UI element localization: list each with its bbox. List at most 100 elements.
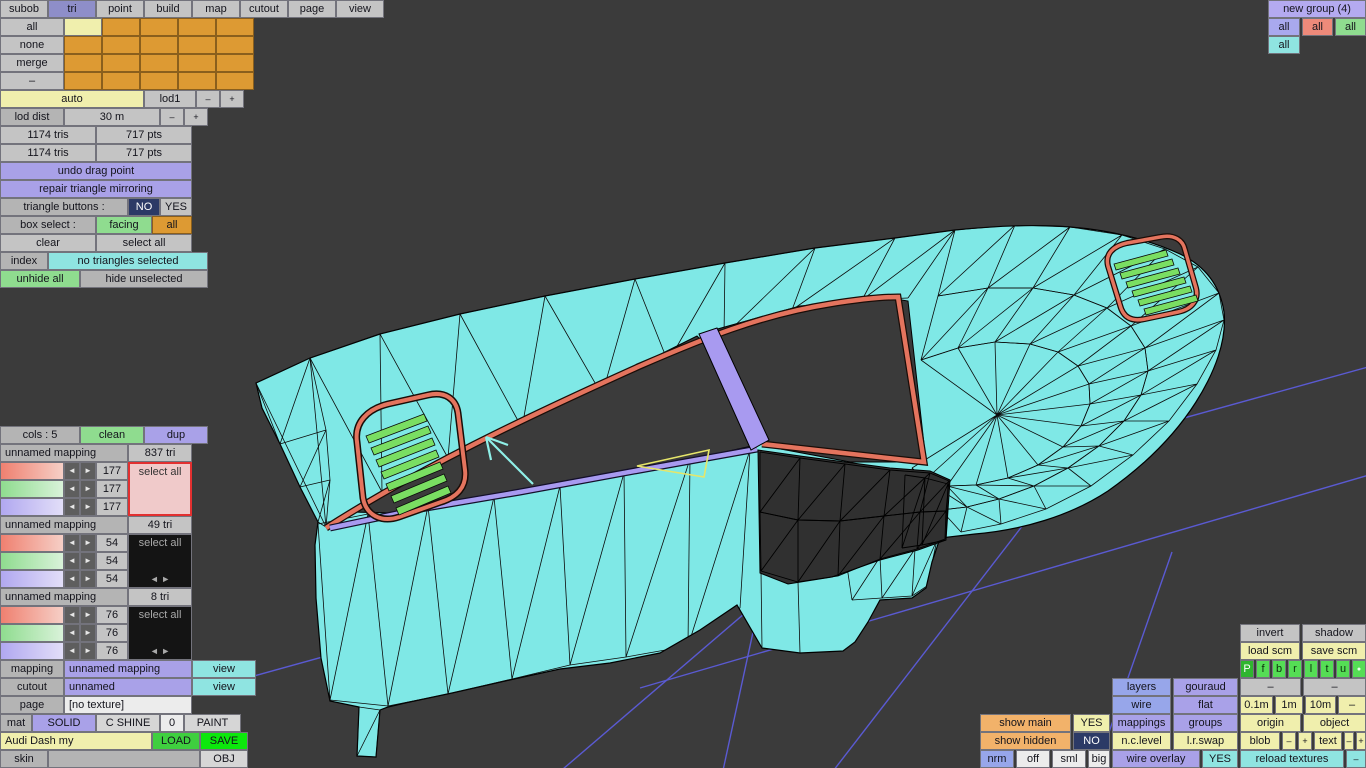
lod-minus-button[interactable]: – <box>196 90 220 108</box>
triangle-buttons-no[interactable]: NO <box>128 198 160 216</box>
object-button[interactable]: object <box>1303 714 1366 732</box>
texture-grid-cell[interactable] <box>102 54 140 72</box>
blob-button[interactable]: blob <box>1240 732 1280 750</box>
texture-grid-cell[interactable] <box>216 36 254 54</box>
box-select-facing[interactable]: facing <box>96 216 152 234</box>
color-swatch[interactable] <box>0 606 64 624</box>
color-swatch[interactable] <box>0 480 64 498</box>
group-select-all-button[interactable]: select all ◄ ► <box>128 606 192 660</box>
menu-tab-point[interactable]: point <box>96 0 144 18</box>
texture-grid-cell[interactable] <box>102 36 140 54</box>
texture-grid-cell[interactable] <box>64 54 102 72</box>
swatch-right-arrow[interactable]: ► <box>80 570 96 588</box>
color-swatch[interactable] <box>0 534 64 552</box>
texture-grid-cell[interactable] <box>216 54 254 72</box>
axis-toggle-f[interactable]: f <box>1256 660 1270 678</box>
blob-plus-button[interactable]: + <box>1298 732 1312 750</box>
texture-grid-cell[interactable] <box>140 18 178 36</box>
swatch-right-arrow[interactable]: ► <box>80 462 96 480</box>
groups-button[interactable]: groups <box>1173 714 1238 732</box>
file-name-field[interactable]: Audi Dash my <box>0 732 152 750</box>
group-select-all-button[interactable]: select all <box>128 462 192 516</box>
reload-textures-button[interactable]: reload textures <box>1240 750 1344 768</box>
group-all-blue-button[interactable]: all <box>1268 18 1300 36</box>
obj-button[interactable]: OBJ <box>200 750 248 768</box>
color-swatch[interactable] <box>0 624 64 642</box>
triangle-buttons-yes[interactable]: YES <box>160 198 192 216</box>
menu-tab-view[interactable]: view <box>336 0 384 18</box>
select-all-button[interactable]: select all <box>96 234 192 252</box>
swatch-right-arrow[interactable]: ► <box>80 642 96 660</box>
swatch-left-arrow[interactable]: ◄ <box>64 570 80 588</box>
layers-dash-button[interactable]: – <box>1240 678 1301 696</box>
lod-dist-minus-button[interactable]: – <box>160 108 184 126</box>
page-texture-button[interactable]: [no texture] <box>64 696 192 714</box>
swatch-right-arrow[interactable]: ► <box>80 624 96 642</box>
swatch-right-arrow[interactable]: ► <box>80 606 96 624</box>
load-scm-button[interactable]: load scm <box>1240 642 1300 660</box>
swatch-right-arrow[interactable]: ► <box>80 534 96 552</box>
lod-plus-button[interactable]: + <box>220 90 244 108</box>
layers-dash-button-2[interactable]: – <box>1303 678 1366 696</box>
grid-10m-button[interactable]: 10m <box>1305 696 1336 714</box>
mapping-view-button[interactable]: view <box>192 660 256 678</box>
color-swatch[interactable] <box>0 552 64 570</box>
texture-grid-cell[interactable] <box>64 36 102 54</box>
cutout-view-button[interactable]: view <box>192 678 256 696</box>
texture-grid-cell[interactable] <box>178 18 216 36</box>
texture-grid-cell[interactable] <box>216 72 254 90</box>
mat-cshine-button[interactable]: C SHINE <box>96 714 160 732</box>
axis-toggle-b[interactable]: b <box>1272 660 1286 678</box>
gouraud-button[interactable]: gouraud <box>1173 678 1238 696</box>
unhide-all-button[interactable]: unhide all <box>0 270 80 288</box>
menu-tab-subob[interactable]: subob <box>0 0 48 18</box>
axis-toggle-u[interactable]: u <box>1336 660 1350 678</box>
texture-grid-cell[interactable] <box>102 72 140 90</box>
lod-auto-button[interactable]: auto <box>0 90 144 108</box>
clean-button[interactable]: clean <box>80 426 144 444</box>
swatch-left-arrow[interactable]: ◄ <box>64 624 80 642</box>
texture-grid-cell[interactable] <box>140 54 178 72</box>
swatch-left-arrow[interactable]: ◄ <box>64 642 80 660</box>
swatch-left-arrow[interactable]: ◄ <box>64 498 80 516</box>
mat-paint-button[interactable]: PAINT <box>184 714 241 732</box>
grid-01m-button[interactable]: 0.1m <box>1240 696 1273 714</box>
mapping-value-button[interactable]: unnamed mapping <box>64 660 192 678</box>
texture-grid-cell[interactable] <box>64 72 102 90</box>
texture-grid-cell[interactable] <box>102 18 140 36</box>
box-select-all[interactable]: all <box>152 216 192 234</box>
menu-tab-map[interactable]: map <box>192 0 240 18</box>
axis-toggle-l[interactable]: l <box>1304 660 1318 678</box>
flat-button[interactable]: flat <box>1173 696 1238 714</box>
load-button[interactable]: LOAD <box>152 732 200 750</box>
cutout-value-button[interactable]: unnamed <box>64 678 192 696</box>
undo-drag-point-button[interactable]: undo drag point <box>0 162 192 180</box>
color-swatch[interactable] <box>0 462 64 480</box>
axis-toggle-p[interactable]: P <box>1240 660 1254 678</box>
mappings-button[interactable]: mappings <box>1112 714 1171 732</box>
swatch-right-arrow[interactable]: ► <box>80 480 96 498</box>
clear-button[interactable]: clear <box>0 234 96 252</box>
nrm-sml-button[interactable]: sml <box>1052 750 1086 768</box>
swatch-left-arrow[interactable]: ◄ <box>64 552 80 570</box>
swatch-right-arrow[interactable]: ► <box>80 552 96 570</box>
repair-triangle-mirroring-button[interactable]: repair triangle mirroring <box>0 180 192 198</box>
menu-tab-build[interactable]: build <box>144 0 192 18</box>
lod1-button[interactable]: lod1 <box>144 90 196 108</box>
texture-grid-cell[interactable] <box>178 72 216 90</box>
save-scm-button[interactable]: save scm <box>1302 642 1366 660</box>
nclevel-button[interactable]: n.c.level <box>1112 732 1171 750</box>
text-button[interactable]: text <box>1314 732 1342 750</box>
origin-button[interactable]: origin <box>1240 714 1301 732</box>
invert-button[interactable]: invert <box>1240 624 1300 642</box>
shadow-button[interactable]: shadow <box>1302 624 1366 642</box>
skin-value[interactable] <box>48 750 200 768</box>
grid-1m-button[interactable]: 1m <box>1275 696 1303 714</box>
lrswap-button[interactable]: l.r.swap <box>1173 732 1238 750</box>
texture-grid-cell[interactable] <box>178 36 216 54</box>
axis-toggle-t[interactable]: t <box>1320 660 1334 678</box>
dup-button[interactable]: dup <box>144 426 208 444</box>
subob-dash-button[interactable]: – <box>0 72 64 90</box>
save-button[interactable]: SAVE <box>200 732 248 750</box>
group-arrows[interactable]: ◄ ► <box>150 575 170 584</box>
